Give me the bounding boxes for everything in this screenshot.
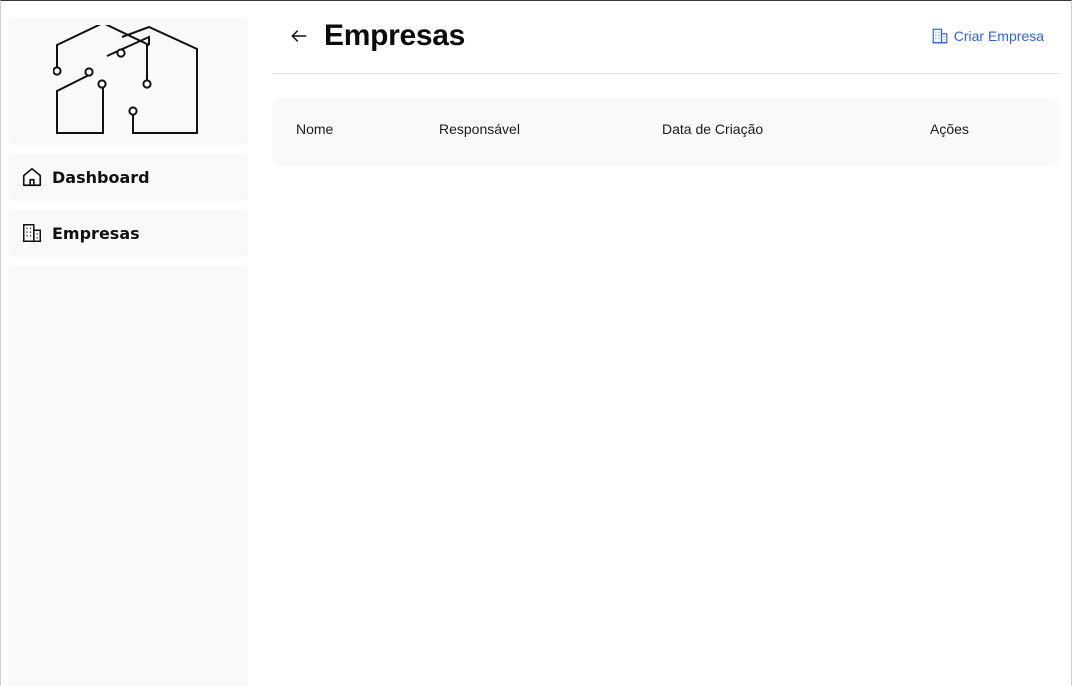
column-header-nome[interactable]: Nome	[296, 121, 333, 137]
building-icon	[21, 222, 43, 244]
home-icon	[21, 166, 43, 188]
sidebar: Dashboard Empresas	[8, 17, 248, 686]
app-window: Dashboard Empresas Empresas Criar Empres…	[0, 0, 1072, 686]
back-button[interactable]	[284, 21, 314, 51]
create-empresa-button[interactable]: Criar Empresa	[931, 27, 1044, 45]
sidebar-item-dashboard[interactable]: Dashboard	[8, 153, 248, 201]
page-header: Empresas Criar Empresa	[272, 1, 1060, 74]
sidebar-item-label: Empresas	[52, 223, 140, 243]
sidebar-item-label: Dashboard	[52, 167, 150, 187]
sidebar-item-empresas[interactable]: Empresas	[8, 209, 248, 257]
create-empresa-label: Criar Empresa	[953, 28, 1044, 44]
column-header-acoes: Ações	[930, 121, 969, 137]
sidebar-panel	[8, 265, 248, 686]
arrow-left-icon	[291, 30, 307, 42]
circuit-house-logo	[53, 25, 198, 134]
main-content: Empresas Criar Empresa Nome Responsável …	[272, 1, 1060, 166]
building-icon	[932, 28, 948, 44]
logo-card	[8, 17, 248, 145]
page-title: Empresas	[324, 19, 466, 52]
column-header-data-criacao[interactable]: Data de Criação	[662, 121, 763, 137]
column-header-responsavel[interactable]: Responsável	[439, 121, 520, 137]
empresas-table: Nome Responsável Data de Criação Ações	[272, 98, 1060, 166]
